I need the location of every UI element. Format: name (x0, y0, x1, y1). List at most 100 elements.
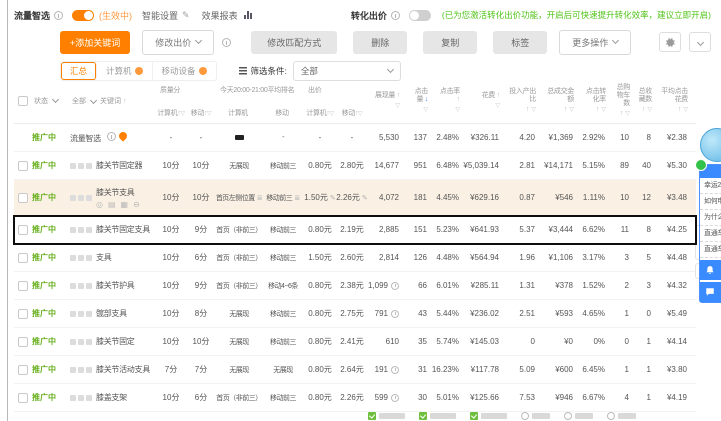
add-keyword-button[interactable]: +添加关键词 (60, 30, 131, 54)
edit-pencil-icon[interactable]: ✎ (330, 194, 336, 202)
legend-item[interactable] (607, 412, 636, 420)
bid-mobile-cell[interactable]: -✎ (336, 124, 368, 151)
subcol-rank-pc[interactable]: 计算机 (216, 108, 260, 118)
subcol-quality-mobile[interactable]: 移动↑▽ (186, 108, 216, 118)
subcol-rank-mobile[interactable]: 移动 (260, 108, 304, 118)
impressions-info-icon[interactable] (391, 365, 399, 374)
copy-button[interactable]: 复制 (423, 30, 478, 54)
column-gmv[interactable]: 总成交金额 ↑ ▽ (544, 78, 582, 123)
bid-pc-cell[interactable]: 0.80元✎ (304, 384, 336, 411)
impressions-info-icon[interactable] (391, 281, 399, 290)
faq-item[interactable]: 直通车 广 (700, 226, 721, 242)
notification-button[interactable] (700, 260, 721, 280)
tag-button[interactable]: 标签 (493, 30, 548, 54)
bid-mobile-cell[interactable]: 2.75元✎ (336, 300, 368, 327)
row-checkbox[interactable] (18, 280, 28, 291)
bid-pc-cell[interactable]: 0.80元✎ (304, 272, 336, 299)
keyword-label[interactable]: 流量智选 (70, 134, 101, 143)
rank-list-icon[interactable]: ≣ (294, 194, 300, 202)
info-icon[interactable] (222, 37, 232, 47)
bid-pc-cell[interactable]: 0.80元✎ (304, 356, 336, 383)
legend-item[interactable] (564, 412, 593, 420)
impressions-info-icon[interactable] (391, 309, 399, 318)
delete-button[interactable]: 删除 (353, 30, 408, 54)
row-checkbox[interactable] (18, 252, 28, 263)
settings-button[interactable] (659, 32, 681, 52)
column-keyword[interactable]: 关键词 ↑ (100, 96, 126, 106)
conversion-bid-toggle[interactable] (408, 9, 431, 21)
keyword-label[interactable]: 膝关节固定 (96, 337, 135, 346)
bid-pc-cell[interactable]: 1.50元✎ (304, 244, 336, 271)
view-icon[interactable]: ◎ (96, 200, 103, 209)
remove-icon[interactable]: ⊖ (133, 200, 140, 209)
faq-item[interactable]: 直通车 广计划? (700, 242, 721, 258)
row-checkbox[interactable] (18, 308, 28, 319)
keyword-label[interactable]: 膝盖支架 (96, 393, 127, 402)
row-checkbox[interactable] (18, 392, 28, 403)
faq-item[interactable]: 为什么 过日期 (700, 210, 721, 226)
column-clicks[interactable]: 点击量 ↓ ▽ (408, 78, 436, 123)
smart-setting-link[interactable]: 智能设置 (142, 9, 178, 22)
column-status[interactable]: 状态 (32, 78, 70, 123)
keyword-label[interactable]: 支具 (96, 253, 112, 262)
helper-mascot-icon[interactable] (700, 128, 721, 162)
chart-icon[interactable]: ▦ (121, 200, 129, 209)
bid-mobile-cell[interactable]: 2.19元✎ (336, 216, 368, 243)
keyword-label[interactable]: 膝关节支具 (96, 188, 135, 197)
subcol-bid-pc[interactable]: 计算机↑▽ (304, 108, 336, 118)
legend-item[interactable] (419, 412, 456, 420)
bid-pc-cell[interactable]: 1.50元✎ (304, 180, 336, 215)
column-all-filter[interactable]: 全部 (72, 96, 98, 106)
legend-item[interactable] (470, 412, 507, 420)
column-cvr[interactable]: 点击转化率 ↑ ▽ (582, 78, 614, 123)
column-cost[interactable]: 花费 ↑ ▽ (468, 78, 508, 123)
select-all-checkbox[interactable] (18, 95, 28, 106)
report-link[interactable]: 效果报表 (202, 9, 238, 22)
info-icon[interactable] (54, 10, 64, 20)
sort-up-icon[interactable]: ↑ (123, 98, 127, 105)
subcol-bid-mobile[interactable]: 移动↑▽ (336, 108, 368, 118)
info-icon[interactable] (390, 10, 400, 20)
bid-mobile-cell[interactable]: 2.60元✎ (336, 244, 368, 271)
impressions-info-icon[interactable] (391, 393, 399, 402)
column-impressions[interactable]: 展现量 ↑ ▽ (368, 78, 408, 123)
row-checkbox[interactable] (18, 160, 28, 171)
keyword-label[interactable]: 膝关节活动支具 (96, 365, 150, 374)
modify-bid-button[interactable]: 修改出价 (142, 29, 215, 55)
bid-mobile-cell[interactable]: 2.41元✎ (336, 328, 368, 355)
bid-mobile-cell[interactable]: 2.38元✎ (336, 272, 368, 299)
chart-icon[interactable] (243, 11, 252, 19)
bid-mobile-cell[interactable]: 2.64元✎ (336, 356, 368, 383)
keyword-label[interactable]: 膝关节护具 (96, 281, 135, 290)
bid-pc-cell[interactable]: 0.80元✎ (304, 216, 336, 243)
more-actions-button[interactable]: 更多操作 (559, 29, 632, 55)
row-checkbox[interactable] (18, 192, 28, 203)
column-ctr[interactable]: 点击率 ↑ ▽ (436, 78, 468, 123)
faq-item[interactable]: 幸运20-1 (700, 178, 721, 194)
panel-icon[interactable]: ▤ (108, 200, 116, 209)
flow-smart-toggle[interactable] (72, 9, 95, 21)
bid-pc-cell[interactable]: 0.80元✎ (304, 300, 336, 327)
bid-mobile-cell[interactable]: 2.80元✎ (336, 152, 368, 179)
modify-match-button[interactable]: 修改匹配方式 (251, 30, 338, 54)
column-fav[interactable]: 总收藏数 ↑ ▽ (638, 78, 660, 123)
column-roi[interactable]: 投入产出比 ↑ ▽ (508, 78, 544, 123)
row-checkbox[interactable] (18, 224, 28, 235)
faq-item[interactable]: 如何申请图片功能 (700, 194, 721, 210)
keyword-label[interactable]: 膝关节固定器 (96, 161, 143, 170)
legend-item[interactable] (521, 412, 550, 420)
edit-pencil-icon[interactable]: ✎ (362, 194, 368, 202)
subcol-quality-pc[interactable]: 计算机↑▽ (156, 108, 186, 118)
bid-mobile-cell[interactable]: 2.26元✎ (336, 384, 368, 411)
chat-button[interactable] (700, 282, 721, 302)
bid-mobile-cell[interactable]: 2.26元✎ (336, 180, 368, 215)
pencil-icon[interactable]: ✎ (182, 10, 190, 21)
bid-pc-cell[interactable]: -✎ (304, 124, 336, 151)
keyword-label[interactable]: 膝关节固定支具 (96, 225, 150, 234)
legend-item[interactable] (368, 412, 405, 420)
row-checkbox[interactable] (18, 336, 28, 347)
collapse-button[interactable] (689, 32, 711, 52)
column-cart[interactable]: 总购物车数 ↑ ▽ (614, 78, 638, 123)
keyword-label[interactable]: 髋部支具 (96, 309, 127, 318)
info-icon[interactable] (107, 131, 117, 141)
